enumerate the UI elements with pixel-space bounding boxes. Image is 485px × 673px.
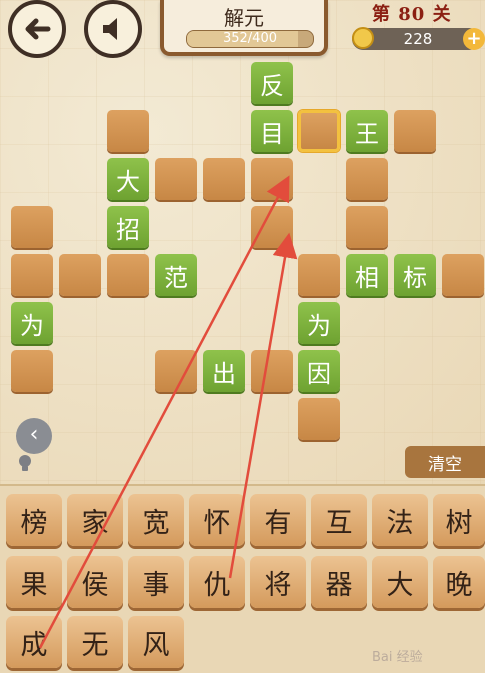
empty-cell[interactable] bbox=[298, 398, 340, 440]
coin-icon bbox=[352, 27, 374, 49]
empty-cell[interactable] bbox=[251, 206, 293, 248]
empty-cell[interactable] bbox=[11, 206, 53, 248]
back-arrow-icon bbox=[25, 18, 51, 40]
empty-cell[interactable] bbox=[155, 158, 197, 200]
answer-tile[interactable]: 风 bbox=[128, 616, 184, 668]
sound-button[interactable] bbox=[84, 0, 142, 58]
back-button[interactable] bbox=[8, 0, 66, 58]
previous-button[interactable]: ‹ bbox=[16, 418, 52, 454]
title-plaque: 解元 352/400 bbox=[160, 0, 328, 56]
filled-cell: 出 bbox=[203, 350, 245, 392]
answer-tile[interactable]: 互 bbox=[311, 494, 367, 546]
answer-tile[interactable]: 大 bbox=[372, 556, 428, 608]
empty-cell[interactable] bbox=[107, 254, 149, 296]
answer-tile[interactable]: 事 bbox=[128, 556, 184, 608]
speaker-icon bbox=[103, 18, 117, 40]
idiom-title: 解元 bbox=[224, 6, 264, 30]
answer-tile[interactable]: 无 bbox=[67, 616, 123, 668]
empty-cell[interactable] bbox=[346, 206, 388, 248]
watermark: Bai 经验 bbox=[372, 650, 423, 665]
filled-cell: 相 bbox=[346, 254, 388, 296]
filled-cell: 为 bbox=[11, 302, 53, 344]
empty-cell[interactable] bbox=[298, 254, 340, 296]
empty-cell[interactable] bbox=[11, 254, 53, 296]
filled-cell: 因 bbox=[298, 350, 340, 392]
answer-tile[interactable]: 器 bbox=[311, 556, 367, 608]
level-label: 第 80 关 bbox=[372, 4, 452, 25]
progress-bar: 352/400 bbox=[186, 30, 314, 48]
empty-cell[interactable] bbox=[11, 350, 53, 392]
answer-tile[interactable]: 有 bbox=[250, 494, 306, 546]
answer-tile[interactable]: 怀 bbox=[189, 494, 245, 546]
answer-tile[interactable]: 榜 bbox=[6, 494, 62, 546]
filled-cell: 目 bbox=[251, 110, 293, 152]
filled-cell: 标 bbox=[394, 254, 436, 296]
answer-tile[interactable]: 侯 bbox=[67, 556, 123, 608]
filled-cell: 招 bbox=[107, 206, 149, 248]
empty-cell[interactable] bbox=[394, 110, 436, 152]
progress-text: 352/400 bbox=[222, 31, 277, 46]
clear-button[interactable]: 清空 bbox=[405, 446, 485, 478]
empty-cell[interactable] bbox=[251, 158, 293, 200]
empty-cell[interactable] bbox=[59, 254, 101, 296]
filled-cell: 王 bbox=[346, 110, 388, 152]
filled-cell: 范 bbox=[155, 254, 197, 296]
selected-cell[interactable] bbox=[298, 110, 340, 152]
answer-tile[interactable]: 宽 bbox=[128, 494, 184, 546]
coin-count: 228 bbox=[403, 30, 433, 48]
empty-cell[interactable] bbox=[155, 350, 197, 392]
answer-tile[interactable]: 晚 bbox=[433, 556, 485, 608]
answer-tile[interactable]: 成 bbox=[6, 616, 62, 668]
empty-cell[interactable] bbox=[251, 350, 293, 392]
answer-tile[interactable]: 家 bbox=[67, 494, 123, 546]
answer-tile[interactable]: 将 bbox=[250, 556, 306, 608]
answer-tile[interactable]: 法 bbox=[372, 494, 428, 546]
empty-cell[interactable] bbox=[346, 158, 388, 200]
empty-cell[interactable] bbox=[107, 110, 149, 152]
answer-tile[interactable]: 树 bbox=[433, 494, 485, 546]
filled-cell: 反 bbox=[251, 62, 293, 104]
answer-tile[interactable]: 仇 bbox=[189, 556, 245, 608]
filled-cell: 为 bbox=[298, 302, 340, 344]
empty-cell[interactable] bbox=[203, 158, 245, 200]
empty-cell[interactable] bbox=[442, 254, 484, 296]
hint-bulb-icon[interactable] bbox=[14, 452, 36, 474]
answer-tile[interactable]: 果 bbox=[6, 556, 62, 608]
filled-cell: 大 bbox=[107, 158, 149, 200]
add-coins-button[interactable]: + bbox=[463, 28, 485, 50]
